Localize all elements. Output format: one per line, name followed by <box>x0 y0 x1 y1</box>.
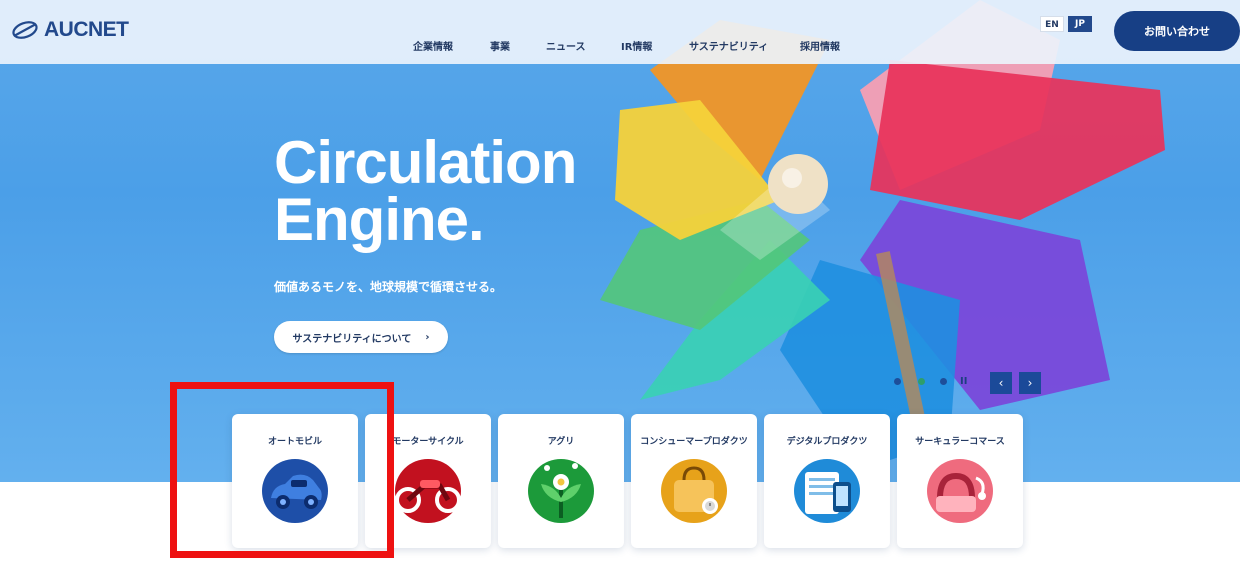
slider-dot-3[interactable] <box>940 378 947 385</box>
category-label: オートモビル <box>267 437 322 447</box>
nav-item-business[interactable]: 事業 <box>490 38 510 53</box>
flower-icon <box>528 459 594 523</box>
category-card-motorcycle[interactable]: モーターサイクル <box>365 414 491 548</box>
slider-next-button[interactable]: › <box>1019 372 1041 394</box>
pinwheel-illustration <box>600 0 1165 481</box>
car-icon <box>262 459 328 523</box>
category-cards: オートモビル モーターサイクル アグリ コンシューマープロダクツ デジタルプロダ… <box>0 414 1240 548</box>
category-card-consumer-products[interactable]: コンシューマープロダクツ <box>631 414 757 548</box>
hero-subtitle: 価値あるモノを、地球規模で循環させる。 <box>274 280 503 294</box>
category-label: アグリ <box>547 437 575 447</box>
hero-title-line2: Engine. <box>274 186 485 253</box>
nav-item-company[interactable]: 企業情報 <box>413 38 453 53</box>
lang-jp-button[interactable]: JP <box>1068 16 1092 32</box>
nav-item-news[interactable]: ニュース <box>546 38 586 53</box>
pause-icon[interactable]: II <box>960 376 967 387</box>
category-label: モーターサイクル <box>392 437 464 447</box>
contact-button[interactable]: お問い合わせ <box>1114 11 1240 51</box>
main-nav: 企業情報 事業 ニュース IR情報 サステナビリティ 採用情報 <box>0 38 1240 54</box>
category-label: デジタルプロダクツ <box>786 437 868 447</box>
lang-en-button[interactable]: EN <box>1040 16 1064 32</box>
stethoscope-icon <box>927 459 993 523</box>
sustainability-button[interactable]: サステナビリティについて › <box>274 321 448 353</box>
slider-prev-button[interactable]: ‹ <box>990 372 1012 394</box>
handbag-icon <box>661 459 727 523</box>
chevron-right-icon: › <box>425 331 430 343</box>
hero-section <box>0 0 1240 482</box>
category-card-digital-products[interactable]: デジタルプロダクツ <box>764 414 890 548</box>
logo-mark-icon <box>12 21 38 39</box>
nav-item-recruit[interactable]: 採用情報 <box>800 38 840 53</box>
motorcycle-icon <box>395 459 461 523</box>
hero-title: Circulation Engine. <box>274 129 577 253</box>
category-card-circular-commerce[interactable]: サーキュラーコマース <box>897 414 1023 548</box>
category-label: サーキュラーコマース <box>915 437 1005 447</box>
site-header: AUCNET 企業情報 事業 ニュース IR情報 サステナビリティ 採用情報 E… <box>0 0 1240 64</box>
category-card-agri[interactable]: アグリ <box>498 414 624 548</box>
nav-item-sustainability[interactable]: サステナビリティ <box>689 38 768 53</box>
slider-indicators: II <box>890 372 970 392</box>
hero-title-line1: Circulation <box>274 129 577 196</box>
category-label: コンシューマープロダクツ <box>640 437 748 447</box>
devices-icon <box>794 459 860 523</box>
slider-dot-1[interactable] <box>894 378 901 385</box>
category-card-automobile[interactable]: オートモビル <box>232 414 358 548</box>
nav-item-ir[interactable]: IR情報 <box>621 38 652 53</box>
sustainability-button-label: サステナビリティについて <box>292 333 412 345</box>
slider-dot-2[interactable] <box>918 378 925 385</box>
